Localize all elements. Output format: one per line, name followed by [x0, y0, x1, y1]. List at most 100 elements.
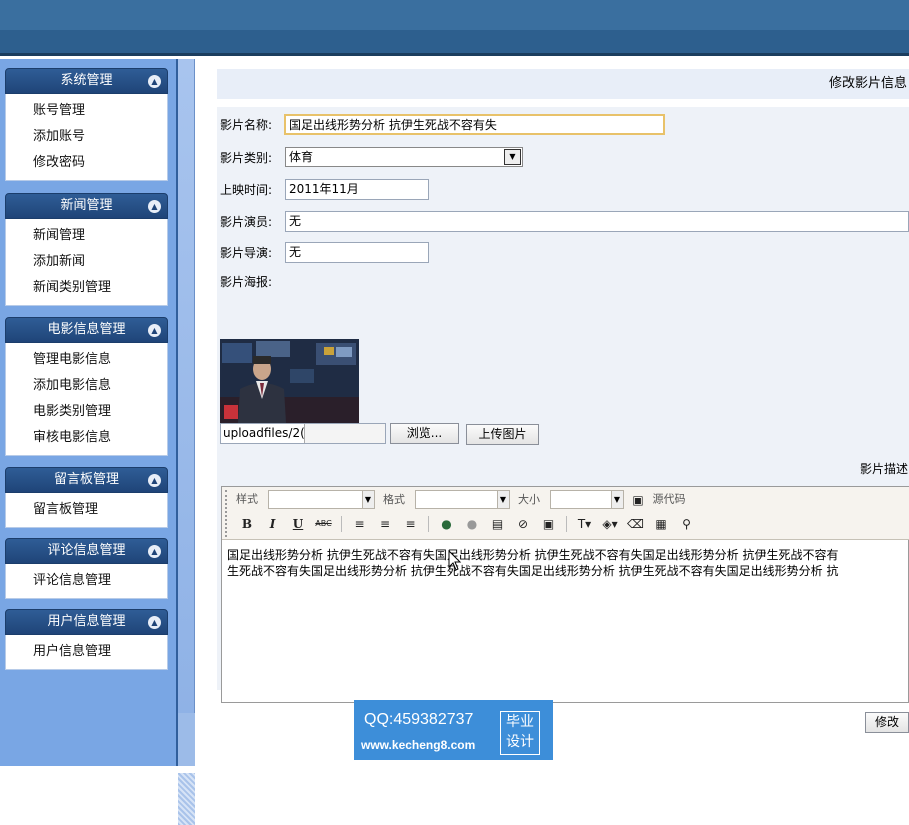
sidebar-group-header[interactable]: 系统管理 ▲: [5, 68, 168, 94]
sidebar-group-body: 评论信息管理: [5, 564, 168, 599]
sidebar: 系统管理 ▲ 账号管理 添加账号 修改密码 新闻管理 ▲ 新闻管理 添加新闻 新…: [0, 59, 176, 766]
actors-input[interactable]: 无: [285, 211, 909, 232]
sidebar-group-header[interactable]: 用户信息管理 ▲: [5, 609, 168, 635]
watermark-qq: QQ:459382737: [364, 711, 474, 728]
sidebar-group-header[interactable]: 电影信息管理 ▲: [5, 317, 168, 343]
eraser-icon[interactable]: ⌫: [627, 515, 645, 533]
preview-icon[interactable]: ⚲: [678, 515, 696, 533]
size-select[interactable]: ▼: [549, 490, 624, 509]
background-color-icon[interactable]: ◈▾: [601, 515, 619, 533]
align-left-icon[interactable]: ≡: [351, 515, 369, 533]
editor-content-line: 国足出线形势分析 抗伊生死战不容有失国足出线形势分析 抗伊生死战不容有失国足出线…: [227, 548, 839, 562]
sidebar-item-news-manage[interactable]: 新闻管理: [33, 223, 167, 249]
watermark-url: www.kecheng8.com: [361, 738, 476, 752]
sidebar-item-add-movie[interactable]: 添加电影信息: [33, 373, 167, 399]
chevron-up-circle-icon[interactable]: ▲: [148, 474, 161, 487]
dropdown-arrow-icon[interactable]: ▼: [504, 149, 521, 165]
sidebar-group-news: 新闻管理 ▲ 新闻管理 添加新闻 新闻类别管理: [5, 193, 168, 306]
align-right-icon[interactable]: ≡: [402, 515, 420, 533]
sidebar-item-user-manage[interactable]: 用户信息管理: [33, 639, 167, 665]
actors-label: 影片演员:: [220, 215, 273, 229]
format-select[interactable]: ▼: [414, 490, 510, 509]
description-label: 影片描述: [860, 462, 909, 476]
underline-button[interactable]: U: [289, 515, 307, 533]
sidebar-group-header[interactable]: 评论信息管理 ▲: [5, 538, 168, 564]
director-input[interactable]: 无: [285, 242, 429, 263]
source-code-icon[interactable]: ▣: [629, 491, 647, 509]
insert-table-icon[interactable]: ▣: [540, 515, 558, 533]
toolbar-row-2: B I U ABC ≡ ≡ ≡ ● ● ▤ ⊘ ▣ T▾ ◈▾ ⌫ ▦ ⚲: [236, 515, 698, 539]
sidebar-item-movie-review[interactable]: 审核电影信息: [33, 425, 167, 451]
sidebar-item-add-news[interactable]: 添加新闻: [33, 249, 167, 275]
sidebar-group-body: 管理电影信息 添加电影信息 电影类别管理 审核电影信息: [5, 343, 168, 456]
sidebar-group-body: 用户信息管理: [5, 635, 168, 670]
sidebar-item-movie-category[interactable]: 电影类别管理: [33, 399, 167, 425]
sidebar-group-body: 留言板管理: [5, 493, 168, 528]
chevron-up-circle-icon[interactable]: ▲: [148, 75, 161, 88]
movie-name-input[interactable]: 国足出线形势分析 抗伊生死战不容有失: [284, 114, 665, 135]
style-label: 样式: [236, 492, 258, 506]
dropdown-arrow-icon: ▼: [361, 491, 374, 508]
insert-image-icon[interactable]: ▤: [489, 515, 507, 533]
align-center-icon[interactable]: ≡: [376, 515, 394, 533]
editor-content-area[interactable]: 国足出线形势分析 抗伊生死战不容有失国足出线形势分析 抗伊生死战不容有失国足出线…: [227, 547, 907, 579]
top-nav-bar: [0, 30, 909, 56]
sidebar-group-title: 电影信息管理: [47, 322, 126, 337]
text-color-icon[interactable]: T▾: [576, 515, 594, 533]
insert-link-icon[interactable]: ●: [438, 515, 456, 533]
italic-button[interactable]: I: [264, 515, 282, 533]
movie-category-select[interactable]: 体育 ▼: [285, 147, 523, 167]
sidebar-group-movie: 电影信息管理 ▲ 管理电影信息 添加电影信息 电影类别管理 审核电影信息: [5, 317, 168, 456]
watermark-badge: 毕业 设计: [500, 711, 540, 755]
upload-image-button[interactable]: 上传图片: [466, 424, 539, 445]
sidebar-item-movie-manage[interactable]: 管理电影信息: [33, 347, 167, 373]
sidebar-item-news-category[interactable]: 新闻类别管理: [33, 275, 167, 301]
sidebar-group-title: 留言板管理: [53, 472, 119, 487]
poster-image: [220, 339, 359, 423]
source-code-label[interactable]: 源代码: [653, 493, 686, 506]
chevron-up-circle-icon[interactable]: ▲: [148, 616, 161, 629]
submit-modify-button[interactable]: 修改: [865, 712, 909, 733]
sidebar-splitter[interactable]: [176, 59, 195, 825]
sidebar-group-body: 账号管理 添加账号 修改密码: [5, 94, 168, 181]
release-date-input[interactable]: 2011年11月: [285, 179, 429, 200]
sidebar-item-add-account[interactable]: 添加账号: [33, 124, 167, 150]
toolbar-grip[interactable]: [225, 490, 230, 537]
name-label: 影片名称:: [220, 118, 273, 132]
sidebar-item-guestbook-manage[interactable]: 留言板管理: [33, 497, 167, 523]
sidebar-group-header[interactable]: 新闻管理 ▲: [5, 193, 168, 219]
splitter-handle[interactable]: [178, 773, 195, 825]
sidebar-group-header[interactable]: 留言板管理 ▲: [5, 467, 168, 493]
sidebar-group-title: 用户信息管理: [47, 614, 126, 629]
sidebar-group-title: 评论信息管理: [47, 543, 126, 558]
format-label: 格式: [383, 492, 405, 506]
sidebar-group-title: 新闻管理: [60, 198, 113, 213]
edit-movie-form: 影片名称: 国足出线形势分析 抗伊生死战不容有失 影片类别: 体育 ▼ 上映时间…: [217, 107, 909, 733]
main-content: 修改影片信息 影片名称: 国足出线形势分析 抗伊生死战不容有失 影片类别: 体育…: [195, 59, 909, 766]
poster-path-input[interactable]: uploadfiles/2(: [220, 423, 386, 444]
strikethrough-button[interactable]: ABC: [315, 515, 333, 533]
mouse-pointer-icon: [448, 550, 462, 571]
style-select[interactable]: ▼: [267, 490, 375, 509]
editor-content-line: 生死战不容有失国足出线形势分析 抗伊生死战不容有失国足出线形势分析 抗伊生死战不…: [227, 564, 839, 578]
chevron-up-circle-icon[interactable]: ▲: [148, 545, 161, 558]
chevron-up-circle-icon[interactable]: ▲: [148, 324, 161, 337]
bold-button[interactable]: B: [238, 515, 256, 533]
sidebar-group-system: 系统管理 ▲ 账号管理 添加账号 修改密码: [5, 68, 168, 181]
select-all-icon[interactable]: ▦: [652, 515, 670, 533]
toolbar-separator: [341, 516, 342, 532]
sidebar-item-change-password[interactable]: 修改密码: [33, 150, 167, 176]
category-selected-value: 体育: [289, 150, 314, 164]
browse-button[interactable]: 浏览...: [390, 423, 459, 444]
poster-path-value: uploadfiles/2(: [221, 424, 305, 443]
insert-flash-icon[interactable]: ⊘: [514, 515, 532, 533]
sidebar-group-title: 系统管理: [60, 73, 113, 88]
page-title: 修改影片信息: [828, 76, 907, 91]
remove-link-icon[interactable]: ●: [463, 515, 481, 533]
size-label: 大小: [518, 492, 540, 506]
sidebar-item-account-manage[interactable]: 账号管理: [33, 98, 167, 124]
rich-text-editor: 样式 ▼ 格式 ▼ 大小 ▼ ▣ 源代码 B I U ABC ≡ ≡ ≡ ● ●…: [221, 486, 909, 703]
chevron-up-circle-icon[interactable]: ▲: [148, 200, 161, 213]
editor-toolbar: 样式 ▼ 格式 ▼ 大小 ▼ ▣ 源代码 B I U ABC ≡ ≡ ≡ ● ●…: [222, 487, 909, 540]
sidebar-item-comment-manage[interactable]: 评论信息管理: [33, 568, 167, 594]
